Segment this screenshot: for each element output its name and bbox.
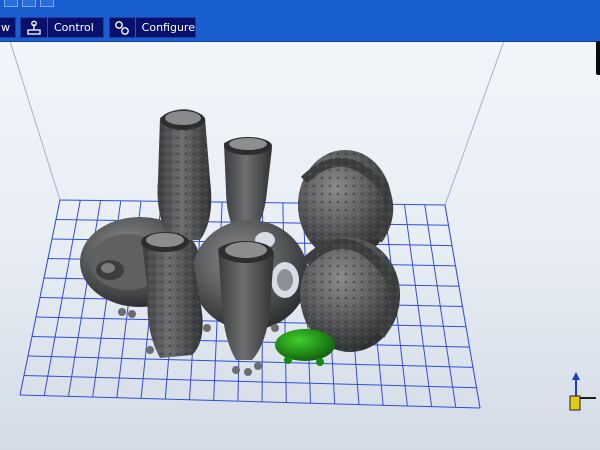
build-scene[interactable]: [0, 0, 600, 450]
tab-control-label: Control: [54, 21, 94, 34]
3d-print-viewport[interactable]: w Control Configure: [0, 0, 600, 450]
axis-gizmo-icon: [569, 372, 596, 411]
tab-view[interactable]: w: [0, 17, 16, 38]
side-panel-handle[interactable]: [596, 41, 600, 75]
top-toolbar: w Control Configure: [0, 0, 600, 42]
bed-grid-line: [23, 375, 477, 389]
window-control[interactable]: [22, 0, 36, 7]
model-vase-tall[interactable]: [157, 109, 212, 240]
tab-control[interactable]: Control: [20, 17, 104, 38]
model-selected-green[interactable]: [275, 329, 335, 366]
model-group[interactable]: [80, 109, 400, 376]
bed-grid-line: [19, 394, 481, 409]
window-control[interactable]: [40, 0, 54, 7]
model-vase-front-center[interactable]: [218, 240, 274, 376]
window-control[interactable]: [4, 0, 18, 7]
gears-icon: [114, 19, 131, 36]
tab-configure-label: Configure: [141, 21, 195, 34]
joystick-icon: [25, 19, 43, 36]
tab-configure[interactable]: Configure: [109, 17, 196, 38]
tab-view-label: w: [1, 21, 10, 34]
